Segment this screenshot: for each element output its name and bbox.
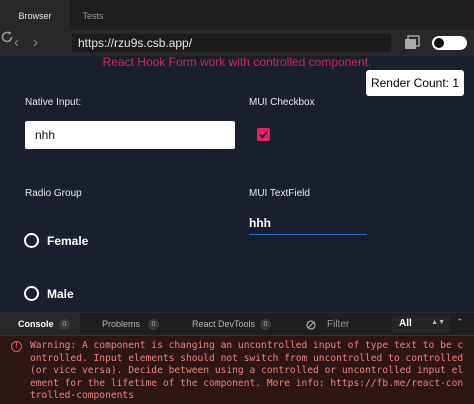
clear-console-icon[interactable] bbox=[306, 320, 316, 330]
native-input[interactable] bbox=[25, 121, 235, 149]
tab-browser[interactable]: Browser bbox=[0, 0, 70, 30]
tab-tests[interactable]: Tests bbox=[70, 0, 116, 30]
problems-count-badge: 0 bbox=[148, 319, 159, 330]
error-icon: ! bbox=[11, 341, 22, 352]
textfield-value: hhh bbox=[249, 216, 271, 230]
tab-react-devtools-label: React DevTools bbox=[192, 319, 256, 329]
console-count-badge: 0 bbox=[59, 319, 70, 330]
tab-react-devtools[interactable]: React DevTools bbox=[192, 313, 255, 336]
reload-icon[interactable] bbox=[0, 30, 14, 44]
forward-arrow-icon[interactable]: › bbox=[33, 30, 38, 56]
radio-female-label[interactable]: Female bbox=[47, 234, 88, 248]
radio-male[interactable] bbox=[24, 286, 39, 301]
console-warning: ! Warning: A component is changing an un… bbox=[0, 335, 474, 404]
toggle-knob bbox=[434, 38, 444, 48]
checkbox-label: MUI Checkbox bbox=[249, 97, 315, 108]
devtools-tab-bar: Console 0 Problems 0 React DevTools 0 Fi… bbox=[0, 312, 474, 336]
check-icon bbox=[259, 131, 268, 139]
theme-toggle[interactable] bbox=[432, 36, 467, 50]
radio-male-label[interactable]: Male bbox=[47, 287, 74, 301]
tab-problems[interactable]: Problems bbox=[102, 313, 140, 336]
address-bar: ‹ › https://rzu9s.csb.app/ bbox=[0, 30, 474, 56]
page-title: React Hook Form work with controlled com… bbox=[102, 55, 372, 69]
url-text: https://rzu9s.csb.app/ bbox=[78, 36, 193, 50]
textfield-label: MUI TextField bbox=[249, 188, 310, 199]
log-level-select[interactable]: All ▲▼ bbox=[392, 316, 450, 333]
select-arrows-icon: ▲▼ bbox=[431, 319, 445, 326]
chevron-up-icon[interactable]: ⌃ bbox=[456, 317, 464, 328]
log-level-value: All bbox=[399, 318, 412, 329]
top-tab-bar: Browser Tests bbox=[0, 0, 474, 30]
app-preview: React Hook Form work with controlled com… bbox=[0, 55, 474, 312]
mui-textfield[interactable]: hhh bbox=[249, 215, 367, 235]
native-input-label: Native Input: bbox=[25, 97, 82, 108]
radio-group-label: Radio Group bbox=[25, 188, 82, 199]
back-arrow-icon[interactable]: ‹ bbox=[14, 30, 19, 56]
open-in-window-icon[interactable] bbox=[404, 35, 420, 50]
mui-checkbox[interactable] bbox=[257, 128, 270, 141]
react-devtools-count-badge: 0 bbox=[260, 319, 271, 330]
url-input[interactable]: https://rzu9s.csb.app/ bbox=[72, 34, 391, 52]
console-filter-input[interactable]: Filter bbox=[327, 313, 349, 336]
warning-message: Warning: A component is changing an unco… bbox=[30, 340, 469, 401]
tab-console-label: Console bbox=[18, 319, 54, 329]
tab-problems-label: Problems bbox=[102, 319, 141, 329]
radio-female[interactable] bbox=[24, 233, 39, 248]
render-count-badge: Render Count: 1 bbox=[366, 70, 464, 96]
